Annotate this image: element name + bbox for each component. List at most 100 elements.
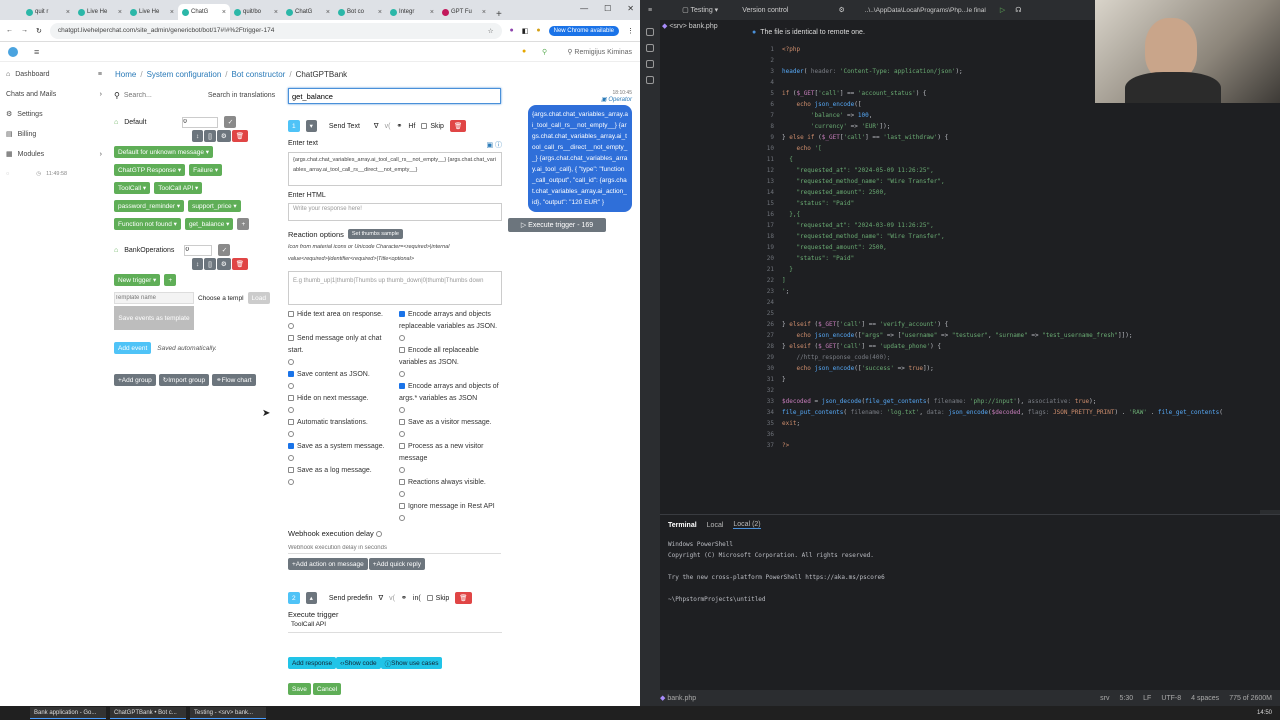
help-icon[interactable] <box>288 431 294 438</box>
nav-dashboard[interactable]: ⌂ Dashboard ≡ <box>0 64 108 84</box>
help-icon[interactable] <box>288 323 294 330</box>
checkbox-option[interactable]: Process as a new visitor message <box>398 441 502 477</box>
close-icon[interactable]: × <box>482 9 486 16</box>
nav-billing[interactable]: ▤ Billing <box>0 124 108 144</box>
trigger-button-active[interactable]: get_balance ▾ <box>184 218 234 230</box>
close-icon[interactable]: × <box>118 9 122 16</box>
set-thumbs-sample-button[interactable]: Set thumbs sample <box>347 229 403 239</box>
checkbox-unchecked[interactable] <box>398 419 405 426</box>
checkbox-option[interactable]: Save as a log message. <box>288 465 397 489</box>
nav-settings[interactable]: ⚙ Settings <box>0 104 108 124</box>
menu-icon[interactable]: ⋮ <box>627 27 634 35</box>
execute-trigger-select[interactable]: ToolCall API <box>288 621 502 633</box>
url-field[interactable]: chatgpt.livehelperchat.com/site_admin/ge… <box>49 22 502 39</box>
help-icon[interactable] <box>398 431 405 438</box>
intent-icon[interactable]: in( <box>413 595 421 602</box>
webhook-delay-input[interactable] <box>288 542 501 554</box>
browser-tab[interactable]: quit r × <box>22 4 74 20</box>
bookmark-icon[interactable] <box>646 76 654 84</box>
checkbox-option[interactable]: Encode all replaceable variables as JSON… <box>398 345 502 381</box>
help-icon[interactable] <box>288 383 294 390</box>
new-tab-icon[interactable]: + <box>490 9 508 20</box>
browser-tab[interactable]: quit/bo × <box>230 4 282 20</box>
reload-icon[interactable]: ↻ <box>36 27 42 35</box>
close-icon[interactable]: × <box>222 9 226 16</box>
group-position-input[interactable] <box>182 116 219 128</box>
breadcrumb-bot-constructor[interactable]: Bot constructor <box>232 70 286 79</box>
checkbox-option[interactable]: Encode arrays and objects replaceable va… <box>398 309 502 345</box>
link-icon[interactable]: ⚭ <box>401 594 407 602</box>
status-server[interactable]: srv <box>1100 695 1109 702</box>
search-translations-button[interactable]: Search in translations <box>208 92 275 99</box>
variable-icon[interactable]: v( <box>389 595 395 602</box>
browser-tab[interactable]: Bot co × <box>334 4 386 20</box>
checkbox-unchecked[interactable] <box>288 419 294 426</box>
add-response-button[interactable]: Add response <box>288 657 337 669</box>
help-icon[interactable] <box>398 515 405 522</box>
status-line-ending[interactable]: LF <box>1143 695 1151 702</box>
template-name-input[interactable] <box>114 292 194 304</box>
add-quick-reply-button[interactable]: + Add quick reply <box>368 558 425 570</box>
commit-icon[interactable] <box>646 44 654 52</box>
back-icon[interactable]: ← <box>6 27 13 34</box>
checkbox-option[interactable]: Save as a visitor message. <box>398 417 502 441</box>
browser-tab-active[interactable]: ChatG × <box>178 4 230 20</box>
checkbox-checked[interactable] <box>288 371 294 378</box>
close-icon[interactable]: × <box>274 9 278 16</box>
help-icon[interactable] <box>398 491 405 498</box>
help-icon[interactable] <box>398 467 405 474</box>
add-group-button[interactable]: + Add group <box>114 374 156 386</box>
chrome-update-button[interactable]: New Chrome available <box>548 25 619 36</box>
maximize-icon[interactable]: ☐ <box>604 4 611 13</box>
nav-chats-and-mails[interactable]: Chats and Mails › <box>0 84 108 104</box>
status-caret[interactable]: 5:30 <box>1120 695 1134 702</box>
extension-icon[interactable]: ● <box>510 27 514 34</box>
delete-action-icon[interactable]: 🗑 <box>455 592 472 604</box>
trigger-button[interactable]: ToolCall ▾ <box>114 182 151 194</box>
run-config[interactable]: ..\..\AppData\Local\Programs\Php...le fi… <box>865 7 986 14</box>
browser-tab[interactable]: Integr × <box>386 4 438 20</box>
add-icon[interactable]: + <box>164 274 177 286</box>
delete-group-icon[interactable]: 🗑 <box>231 130 248 142</box>
taskbar-item[interactable]: Bank application - Go... <box>30 707 106 719</box>
project-icon[interactable] <box>646 28 654 36</box>
checkbox-option[interactable]: Save content as JSON. <box>288 369 397 393</box>
checkbox-checked[interactable] <box>288 443 294 450</box>
checkbox-option[interactable]: Send message only at chat start. <box>288 333 397 369</box>
trigger-button[interactable]: Function not found ▾ <box>114 218 181 230</box>
trigger-button[interactable]: password_reminder ▾ <box>114 200 185 212</box>
delete-action-icon[interactable]: 🗑 <box>449 120 467 132</box>
choose-template-select[interactable]: Choose a templ <box>198 295 244 302</box>
variable-icon[interactable]: v( <box>385 123 391 130</box>
location-icon[interactable]: ⚲ <box>542 48 547 56</box>
version-control-menu[interactable]: Version control <box>742 7 788 14</box>
skip-checkbox[interactable]: Skip <box>421 123 444 130</box>
close-icon[interactable]: × <box>378 9 382 16</box>
code-content[interactable]: 1 <?php 2 3 header( header: 'Content-Type:… <box>750 44 1260 451</box>
star-icon[interactable]: ☆ <box>488 27 494 35</box>
settings-group-icon[interactable]: ⚙ <box>216 130 231 142</box>
trigger-name-input[interactable] <box>288 88 501 104</box>
save-group-button[interactable]: ✓ <box>218 244 231 256</box>
trigger-button[interactable]: support_price ▾ <box>188 200 241 212</box>
run-icon[interactable]: ▷ <box>1000 6 1005 14</box>
media-icon[interactable]: ▣ ⓘ <box>486 140 502 150</box>
nav-modules[interactable]: ▦ Modules › <box>0 144 108 164</box>
user-menu[interactable]: ⚲ Remigijus Kiminas <box>567 48 632 56</box>
load-button[interactable]: Load <box>247 292 270 304</box>
add-event-button[interactable]: Add event <box>114 342 152 354</box>
browser-tab[interactable]: ChatG × <box>282 4 334 20</box>
link-icon[interactable]: ⚭ <box>396 122 402 130</box>
close-icon[interactable]: × <box>66 9 70 16</box>
checkbox-unchecked[interactable] <box>288 335 294 342</box>
debug-icon[interactable]: ☊ <box>1015 6 1021 14</box>
extension-icon[interactable]: ◧ <box>522 27 529 35</box>
add-action-on-message-button[interactable]: + Add action on message <box>288 558 368 570</box>
trigger-button[interactable]: ToolCall API ▾ <box>154 182 203 194</box>
checkbox-option[interactable]: Hide on next message. <box>288 393 397 417</box>
reaction-options-textarea[interactable]: E.g thumb_up|1|thumb|Thumbs up thumb_dow… <box>288 271 502 305</box>
checkbox-unchecked[interactable] <box>398 347 405 354</box>
checkbox-option[interactable]: Ignore message in Rest API <box>398 501 502 525</box>
settings-group-icon[interactable]: ⚙ <box>216 258 231 270</box>
new-trigger-button[interactable]: New trigger ▾ <box>114 274 161 286</box>
